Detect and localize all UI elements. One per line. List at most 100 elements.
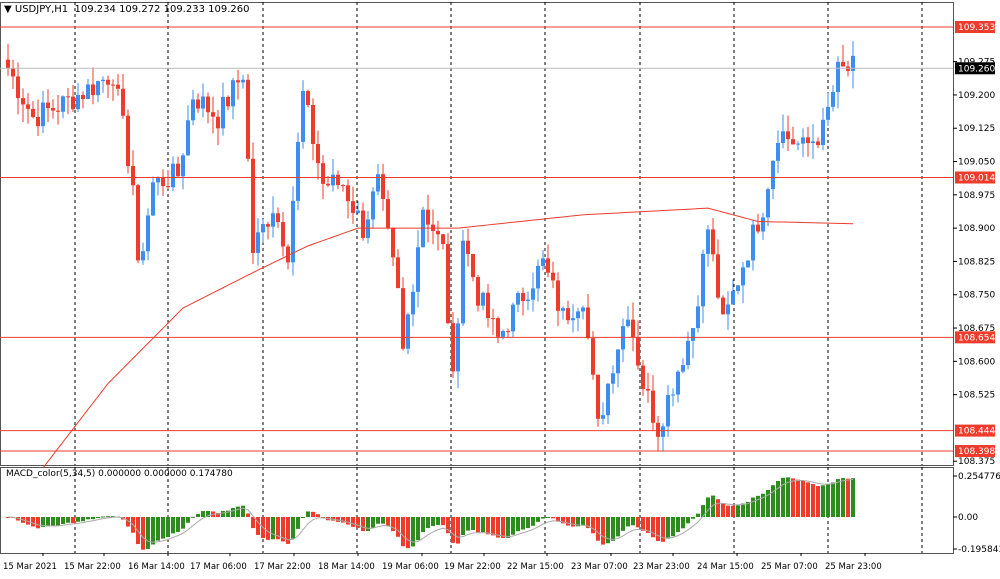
bull-candle (571, 318, 575, 321)
bear-candle (26, 104, 30, 109)
bear-candle (66, 96, 70, 98)
macd-bar (616, 517, 620, 537)
macd-bar (656, 517, 660, 541)
bull-candle (811, 141, 815, 144)
macd-bar (106, 516, 110, 518)
price-tick-label: 108.750 (958, 291, 995, 301)
bear-candle (641, 365, 645, 389)
bear-candle (46, 102, 50, 109)
ohlc-readout: 109.234 109.272 109.233 109.260 (74, 4, 250, 15)
price-pane (0, 2, 954, 466)
price-tick-label: 108.900 (958, 224, 995, 234)
bull-candle (501, 331, 505, 337)
bull-candle (826, 106, 830, 120)
macd-bar (301, 517, 305, 518)
macd-bar (71, 517, 75, 524)
macd-bar (256, 517, 260, 535)
bear-candle (471, 253, 475, 278)
macd-bar (816, 486, 820, 517)
dropdown-icon[interactable]: ▼ (4, 4, 15, 15)
bull-candle (726, 304, 730, 315)
price-tick-label: 108.600 (958, 357, 995, 367)
macd-bar (681, 517, 685, 529)
bear-candle (216, 116, 220, 129)
macd-bar (771, 485, 775, 517)
macd-bar (666, 517, 670, 539)
bear-candle (426, 209, 430, 225)
macd-bar (806, 482, 810, 517)
macd-bar (161, 517, 165, 539)
macd-bar (421, 517, 425, 532)
time-label: 17 Mar 06:00 (190, 562, 247, 572)
macd-bar (171, 517, 175, 534)
bull-candle (616, 349, 620, 374)
bull-candle (371, 191, 375, 220)
bull-candle (181, 155, 185, 177)
bear-candle (121, 88, 125, 116)
macd-bar (291, 517, 295, 539)
bull-candle (96, 81, 100, 96)
bear-candle (436, 230, 440, 235)
price-tick-label: 109.125 (958, 124, 995, 134)
bull-candle (516, 293, 520, 305)
bear-candle (791, 139, 795, 145)
bear-candle (321, 163, 325, 184)
macd-bar (81, 517, 85, 522)
macd-bar (531, 517, 535, 526)
bear-candle (721, 297, 725, 315)
bear-candle (326, 183, 330, 186)
macd-bar (406, 517, 410, 549)
macd-bar (271, 517, 275, 540)
bull-candle (86, 84, 90, 100)
macd-bar (846, 478, 850, 517)
bull-candle (611, 373, 615, 384)
bear-candle (651, 390, 655, 423)
bull-candle (231, 80, 235, 107)
bull-candle (666, 395, 670, 427)
macd-bar (691, 517, 695, 519)
bull-candle (461, 240, 465, 324)
macd-bar (476, 517, 480, 533)
bear-candle (36, 116, 40, 127)
bear-candle (206, 96, 210, 113)
macd-bar (726, 505, 730, 517)
bear-candle (116, 84, 120, 89)
macd-bar (266, 517, 270, 540)
bull-candle (61, 96, 65, 112)
bull-candle (661, 426, 665, 437)
bear-candle (136, 185, 140, 261)
macd-bar (776, 480, 780, 517)
macd-bar (381, 517, 385, 524)
time-label: 24 Mar 15:00 (697, 562, 754, 572)
bull-candle (761, 217, 765, 232)
price-tick-label: 108.975 (958, 191, 995, 201)
bull-candle (686, 340, 690, 366)
bull-candle (746, 260, 750, 268)
level-price-label: 108.398 (958, 447, 995, 457)
bear-candle (556, 280, 560, 311)
macd-bar (836, 479, 840, 517)
bear-candle (451, 323, 455, 372)
bull-candle (671, 394, 675, 396)
bull-candle (771, 160, 775, 190)
macd-bar (376, 517, 380, 524)
bear-candle (56, 110, 60, 112)
bull-candle (766, 189, 770, 218)
macd-bar (516, 517, 520, 532)
time-label: 25 Mar 07:00 (761, 562, 818, 572)
bull-candle (261, 224, 265, 233)
bear-candle (161, 177, 165, 187)
macd-bar (451, 517, 455, 543)
level-price-label: 109.014 (958, 174, 995, 184)
macd-bar (356, 517, 360, 528)
bull-candle (731, 291, 735, 305)
macd-bar (471, 517, 475, 531)
chart[interactable]: 109.275109.200109.125109.050108.975108.9… (0, 0, 1000, 579)
bear-candle (476, 277, 480, 306)
bear-candle (841, 61, 845, 67)
macd-bar (671, 517, 675, 537)
bull-candle (751, 224, 755, 261)
macd-bar (236, 506, 240, 517)
time-label: 23 Mar 07:00 (571, 562, 628, 572)
macd-bar (441, 517, 445, 526)
